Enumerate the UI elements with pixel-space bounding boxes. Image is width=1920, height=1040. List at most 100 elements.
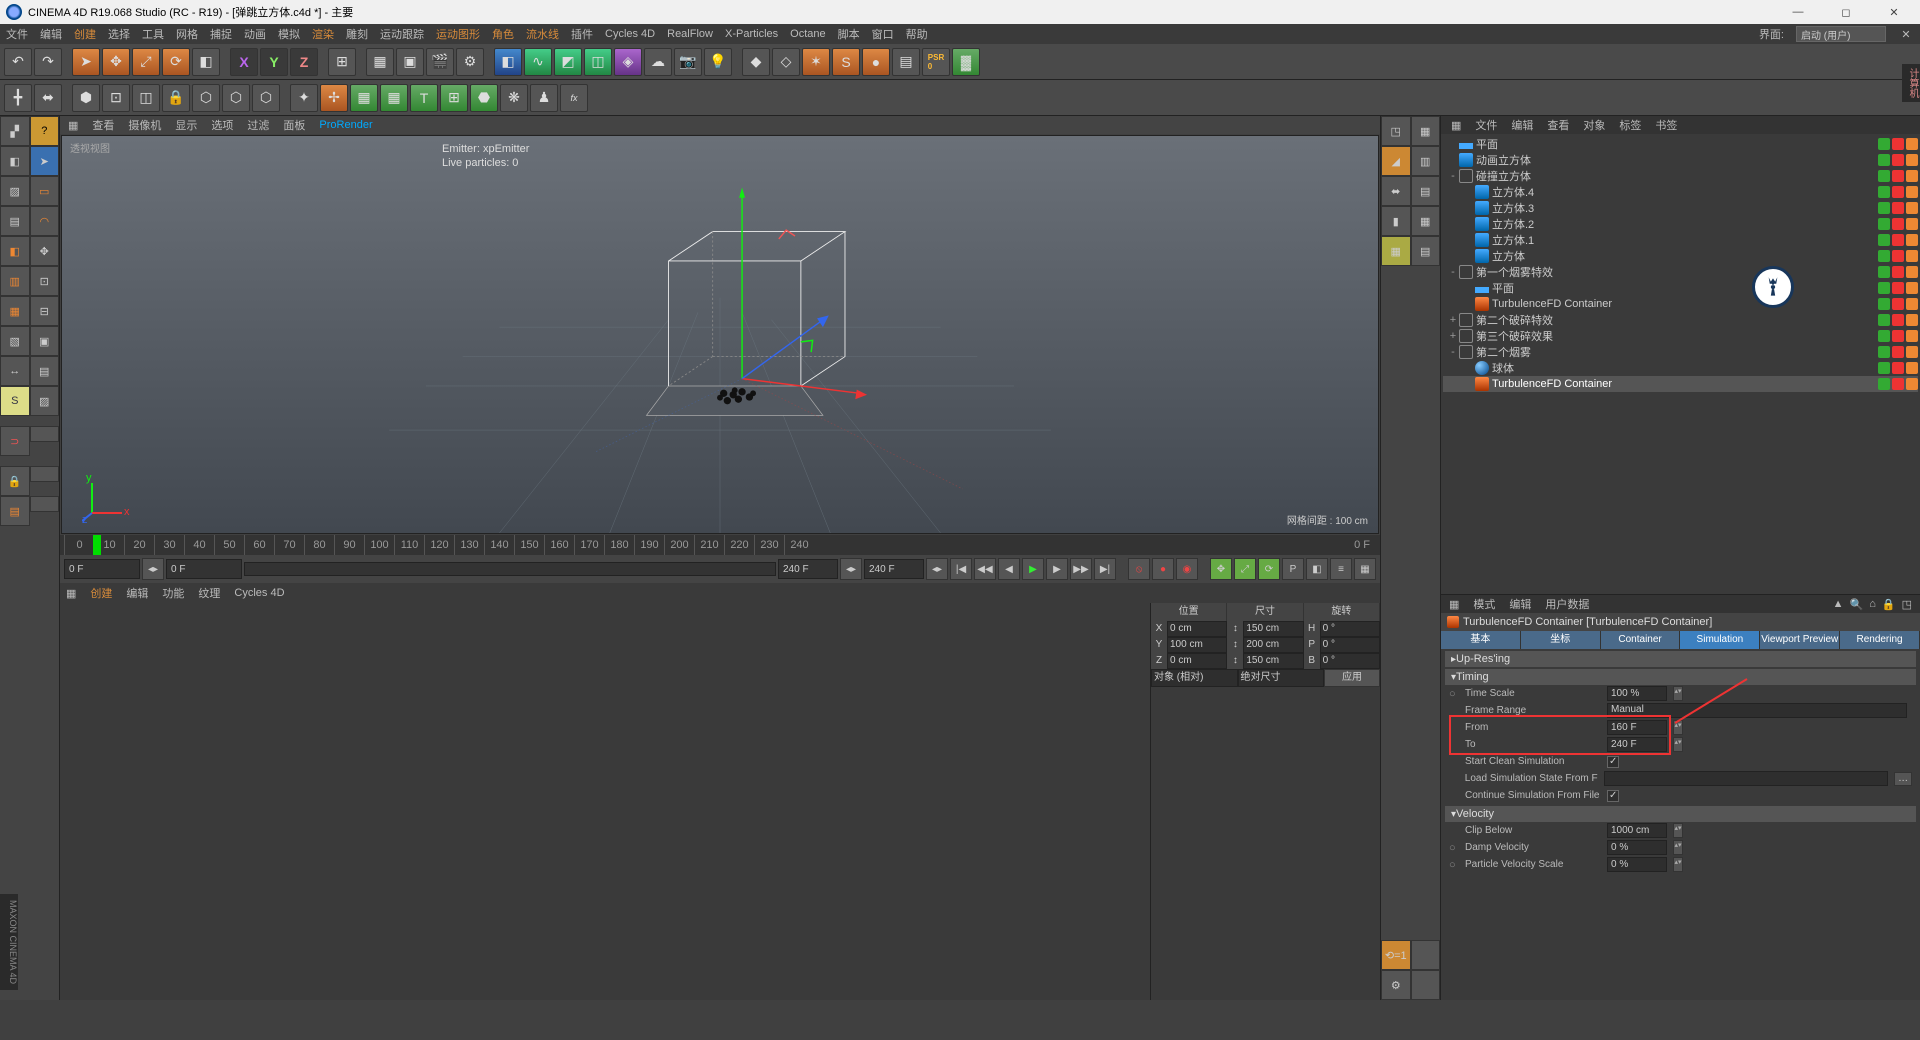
- goto-end-icon[interactable]: ▶|: [1094, 558, 1116, 580]
- rotate-tool-icon[interactable]: ⟳: [162, 48, 190, 76]
- tag-icon[interactable]: [1878, 170, 1890, 182]
- expand-icon[interactable]: -: [1447, 170, 1459, 182]
- snap-set-icon[interactable]: ⬡: [252, 84, 280, 112]
- key-scale-icon[interactable]: ⤢: [1234, 558, 1256, 580]
- spin-icon[interactable]: ▴▾: [1673, 857, 1683, 872]
- framerange-combo[interactable]: Manual: [1607, 703, 1907, 718]
- expand-icon[interactable]: +: [1447, 314, 1459, 326]
- help-icon[interactable]: ?: [30, 116, 60, 146]
- tag-icon[interactable]: [1892, 282, 1904, 294]
- tag-icon[interactable]: [1906, 154, 1918, 166]
- tag-icon[interactable]: [1878, 154, 1890, 166]
- tag-icon[interactable]: [1892, 202, 1904, 214]
- tree-row[interactable]: -第二个烟雾: [1443, 344, 1918, 360]
- vp-chart-icon[interactable]: ▮: [1381, 206, 1411, 236]
- dope-icon[interactable]: ▦: [1354, 558, 1376, 580]
- key-par-icon[interactable]: P: [1282, 558, 1304, 580]
- tree-row[interactable]: -碰撞立方体: [1443, 168, 1918, 184]
- dampvel-field[interactable]: [1607, 840, 1667, 855]
- attr-menu-模式[interactable]: 模式: [1473, 596, 1495, 612]
- render-pv-icon[interactable]: 🎬: [426, 48, 454, 76]
- tag-icon[interactable]: [1906, 250, 1918, 262]
- attr-menu-编辑[interactable]: 编辑: [1509, 596, 1531, 612]
- coord-space-combo[interactable]: 对象 (相对): [1151, 669, 1238, 687]
- vp-menu-过滤[interactable]: 过滤: [247, 117, 269, 133]
- spin-icon[interactable]: ◂▸: [926, 558, 948, 580]
- browse-icon[interactable]: …: [1894, 772, 1912, 786]
- section-upres[interactable]: ▸ Up-Res'ing: [1445, 651, 1916, 667]
- coord-field[interactable]: 150 cm: [1243, 653, 1303, 669]
- move-icon[interactable]: ✥: [30, 236, 60, 266]
- timeline-scrub[interactable]: [244, 562, 776, 576]
- texture-mode-icon[interactable]: ▨: [0, 176, 30, 206]
- key-pla-icon[interactable]: ◧: [1306, 558, 1328, 580]
- to-field[interactable]: [1607, 737, 1667, 752]
- tree-row[interactable]: 平面: [1443, 136, 1918, 152]
- tag-icon[interactable]: [1892, 154, 1904, 166]
- tree-row[interactable]: 平面: [1443, 280, 1918, 296]
- maximize-button[interactable]: ◻: [1832, 6, 1860, 19]
- vp-menu-显示[interactable]: 显示: [175, 117, 197, 133]
- tag-icon[interactable]: [1878, 234, 1890, 246]
- add-light-icon[interactable]: 💡: [704, 48, 732, 76]
- timeline-end1-field[interactable]: [778, 559, 838, 579]
- hair-icon[interactable]: ❋: [500, 84, 528, 112]
- vp-tool-icon[interactable]: ◳: [1381, 116, 1411, 146]
- om-menu-书签[interactable]: 书签: [1655, 117, 1677, 133]
- vp-menu-摄像机[interactable]: 摄像机: [128, 117, 161, 133]
- spin-icon[interactable]: ◂▸: [840, 558, 862, 580]
- menu-Octane[interactable]: Octane: [790, 28, 825, 40]
- add-camera-icon[interactable]: 📷: [674, 48, 702, 76]
- mat-menu-编辑[interactable]: 编辑: [126, 585, 148, 601]
- section-velocity[interactable]: ▾ Velocity: [1445, 806, 1916, 822]
- expand-icon[interactable]: -: [1447, 266, 1459, 278]
- add-cube-icon[interactable]: ◧: [494, 48, 522, 76]
- coord-field[interactable]: 0 cm: [1167, 621, 1227, 637]
- null-icon[interactable]: ✢: [320, 84, 348, 112]
- vp-orange-icon[interactable]: ◢: [1381, 146, 1411, 176]
- mat-menu-Cycles 4D[interactable]: Cycles 4D: [234, 587, 284, 599]
- tree-row[interactable]: 立方体.2: [1443, 216, 1918, 232]
- lock2-icon[interactable]: 🔒: [0, 466, 30, 496]
- tag-icon[interactable]: [1892, 378, 1904, 390]
- vp-yellow-icon[interactable]: ▦: [1381, 236, 1411, 266]
- lock-attr-icon[interactable]: 🔒: [1882, 598, 1896, 611]
- vp-menu-icon[interactable]: ▦: [68, 119, 78, 132]
- attr-tab-Rendering[interactable]: Rendering: [1840, 631, 1920, 649]
- coord-field[interactable]: 150 cm: [1243, 621, 1303, 637]
- tag-icon[interactable]: [1892, 138, 1904, 150]
- mat-menu-创建[interactable]: 创建: [90, 585, 112, 601]
- tag-icon[interactable]: [1892, 170, 1904, 182]
- coord-field[interactable]: 0 cm: [1167, 653, 1227, 669]
- tag-icon[interactable]: [1878, 330, 1890, 342]
- workplane-mode-icon[interactable]: ▤: [0, 206, 30, 236]
- axis-x-icon[interactable]: X: [230, 48, 258, 76]
- tag-icon[interactable]: [1906, 138, 1918, 150]
- tag-icon[interactable]: [1892, 218, 1904, 230]
- key-rot-icon[interactable]: ⟳: [1258, 558, 1280, 580]
- side-tab-right[interactable]: 计算机: [1902, 64, 1920, 102]
- tag-icon[interactable]: [1878, 266, 1890, 278]
- vp-menu-ProRender[interactable]: ProRender: [319, 119, 372, 131]
- tree-row[interactable]: 立方体.4: [1443, 184, 1918, 200]
- snap-v-icon[interactable]: ▣: [30, 326, 60, 356]
- undo-icon[interactable]: ↶: [4, 48, 32, 76]
- octane-s-icon[interactable]: S: [832, 48, 860, 76]
- menu-渲染[interactable]: 渲染: [312, 26, 334, 42]
- timescale-field[interactable]: [1607, 686, 1667, 701]
- plugin-icon[interactable]: ▤: [892, 48, 920, 76]
- vp-tool2-icon[interactable]: ▦: [1411, 116, 1441, 146]
- snap3d-icon[interactable]: ⬡: [192, 84, 220, 112]
- text-icon[interactable]: T: [410, 84, 438, 112]
- tag-icon[interactable]: [1906, 186, 1918, 198]
- tag-icon[interactable]: [1906, 202, 1918, 214]
- effector-icon[interactable]: ▦: [380, 84, 408, 112]
- menu-插件[interactable]: 插件: [571, 26, 593, 42]
- menu-X-Particles[interactable]: X-Particles: [725, 28, 778, 40]
- tag-icon[interactable]: [1906, 218, 1918, 230]
- vp-tool3-icon[interactable]: ▥: [1411, 146, 1441, 176]
- attr-tab-坐标[interactable]: 坐标: [1521, 631, 1601, 649]
- keysel-icon[interactable]: ◉: [1176, 558, 1198, 580]
- redo-icon[interactable]: ↷: [34, 48, 62, 76]
- render-view-icon[interactable]: ▦: [366, 48, 394, 76]
